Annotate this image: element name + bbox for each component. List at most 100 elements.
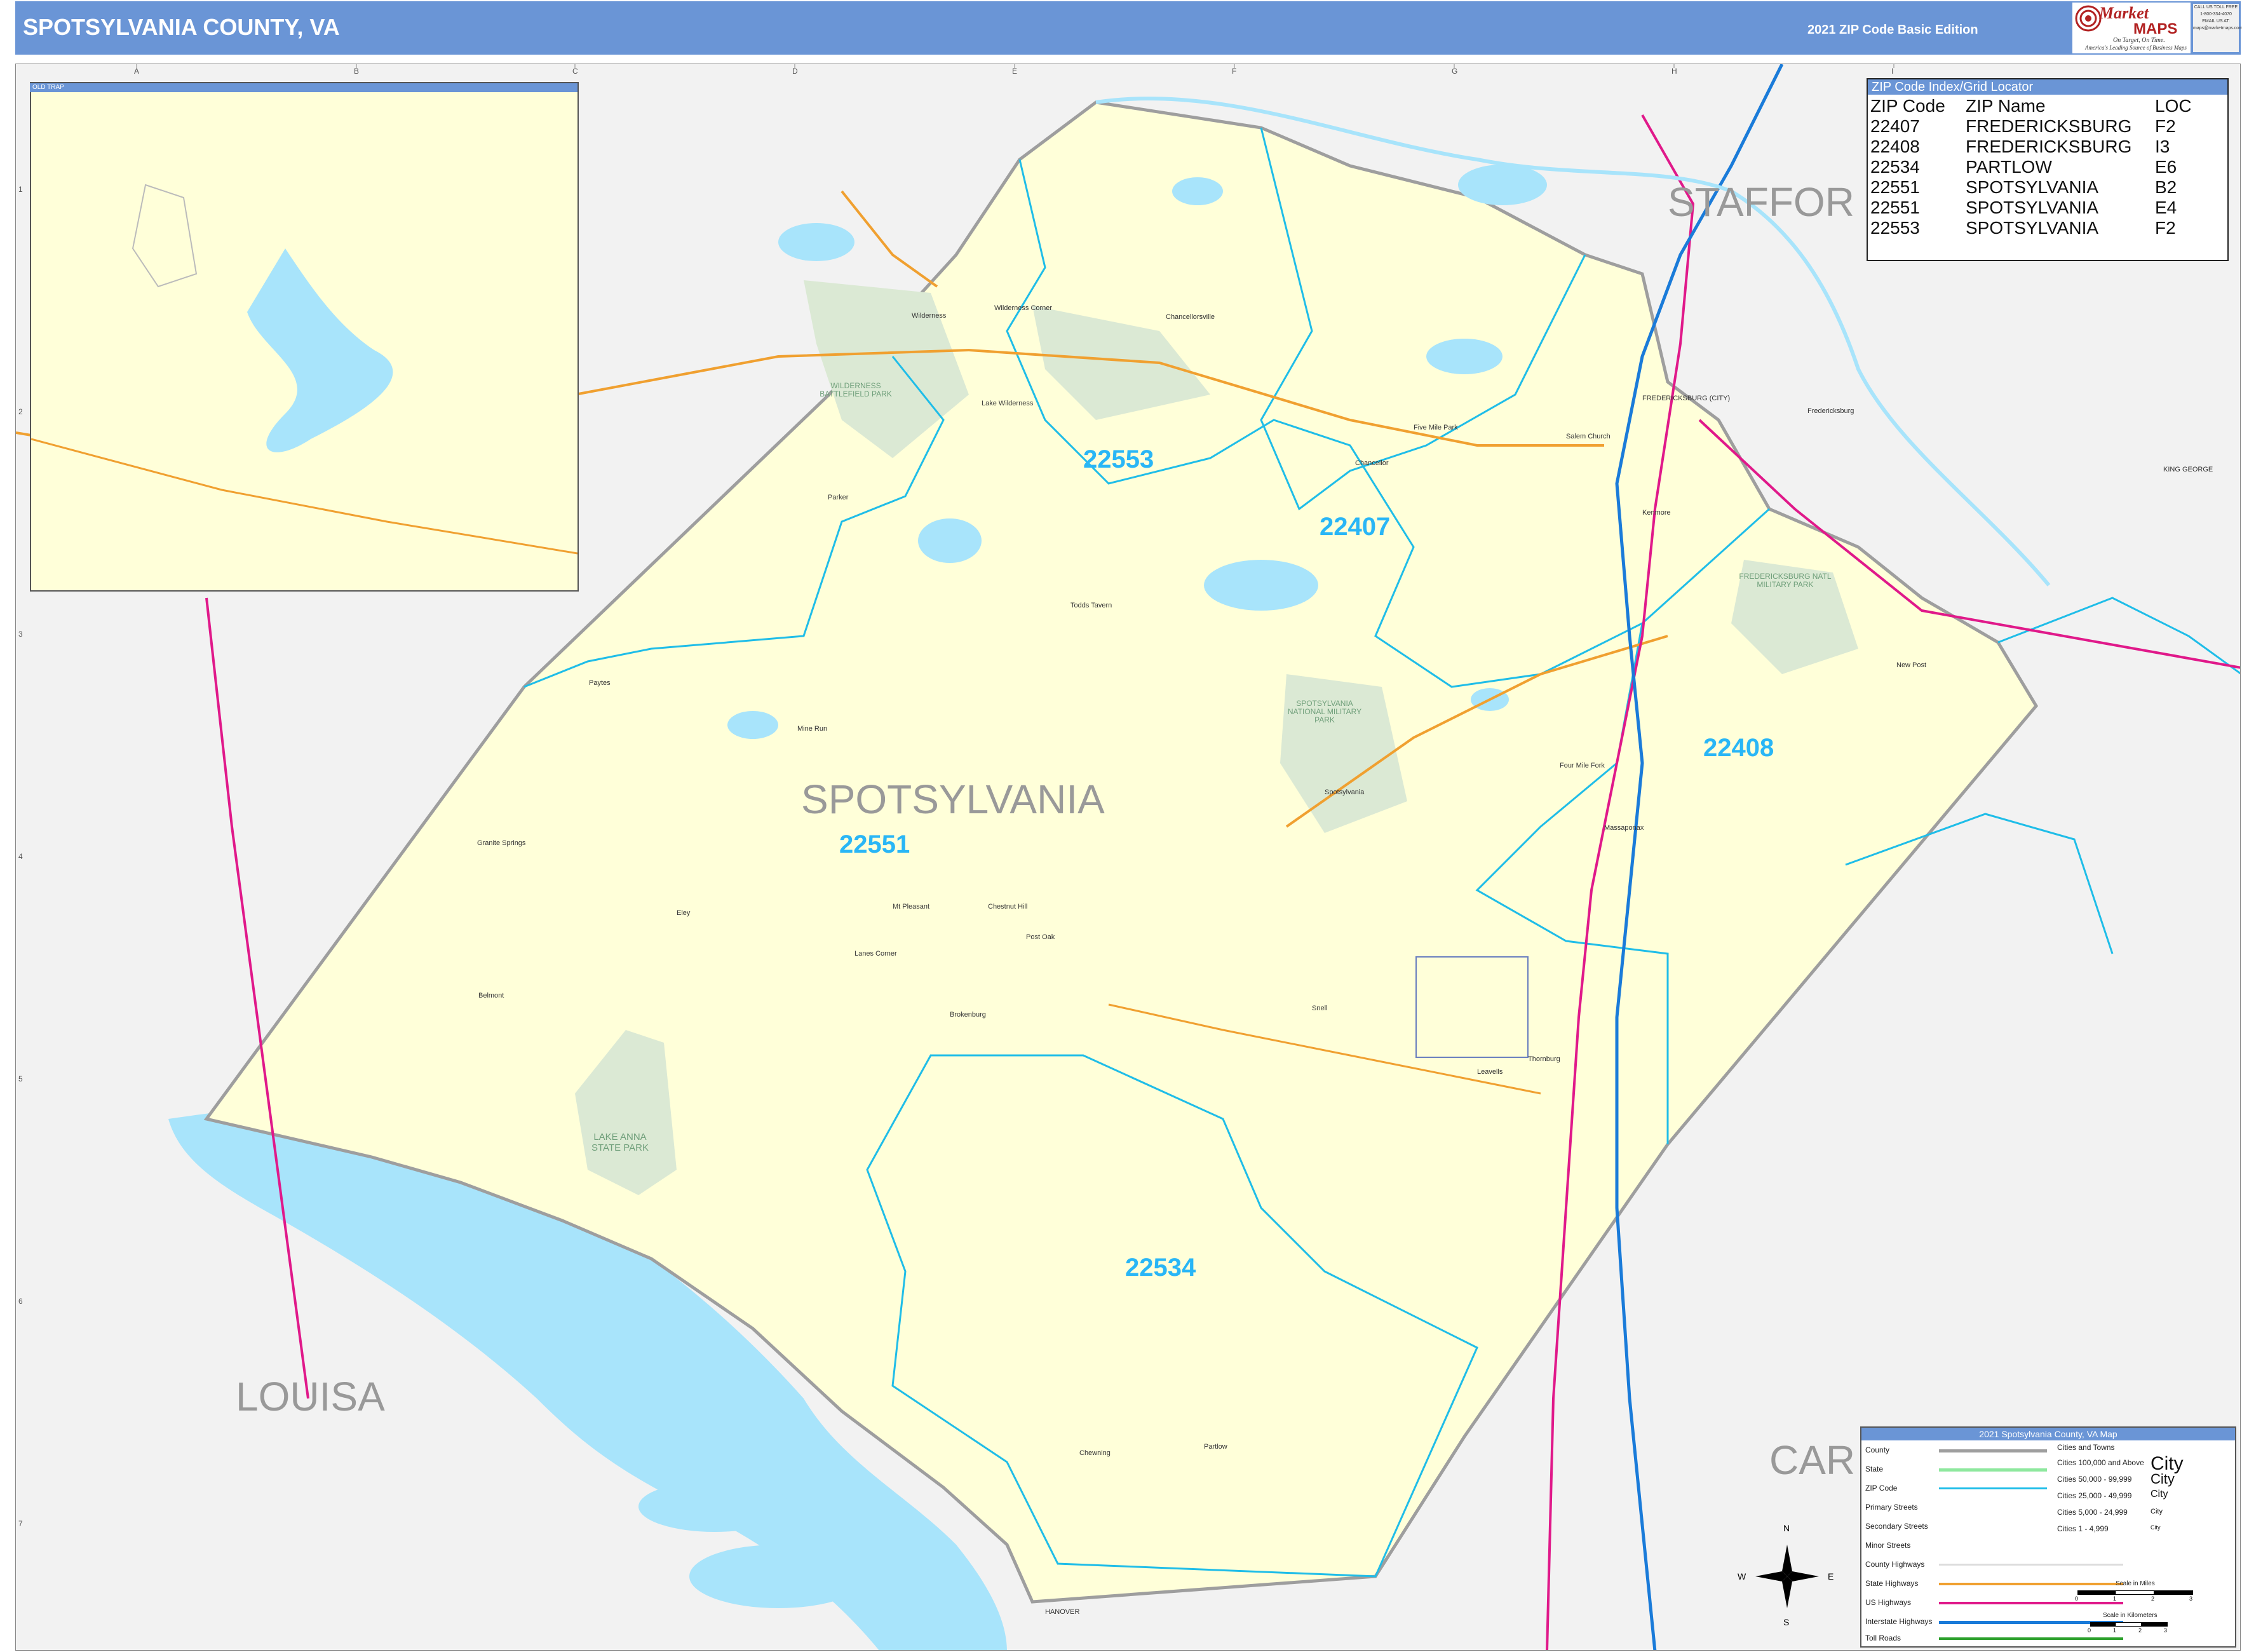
county-label: CAR: [1769, 1437, 1856, 1483]
place-label[interactable]: Leavells: [1477, 1068, 1503, 1076]
place-label[interactable]: Five Mile Park: [1414, 424, 1458, 431]
inset-canvas: [31, 184, 577, 555]
county-label: STAFFOR: [1668, 179, 1854, 225]
place-label[interactable]: Paytes: [589, 679, 611, 687]
target-icon: [2075, 5, 2102, 32]
legend-city-range: Cities 25,000 - 49,999: [2057, 1491, 2132, 1500]
place-label[interactable]: Chewning: [1079, 1449, 1111, 1457]
place-label[interactable]: Belmont: [478, 992, 504, 999]
grid-col-label: F: [1232, 67, 1237, 76]
scale-bar-km: [2090, 1622, 2168, 1627]
lake-outside: [778, 223, 854, 261]
place-label[interactable]: Four Mile Fork: [1560, 762, 1605, 769]
park-label: LAKE ANNA STATE PARK: [591, 1132, 649, 1153]
place-label[interactable]: Spotsylvania: [1325, 789, 1364, 796]
legend-swatch-county-hwy: [1939, 1564, 2123, 1566]
grid-col-label: A: [134, 67, 140, 76]
zip-index-title: ZIP Code Index/Grid Locator: [1868, 79, 2227, 95]
zip-loc: F2: [2155, 218, 2176, 238]
lake-outside: [1458, 165, 1547, 205]
lake: [727, 711, 778, 739]
zip-loc: B2: [2155, 177, 2177, 197]
header-zip: ZIP Code: [1870, 96, 1945, 116]
inset-title: OLD TRAP: [30, 83, 577, 92]
logo-maps-text: MAPS: [2133, 20, 2178, 37]
place-label[interactable]: Chancellorsville: [1166, 313, 1215, 321]
zip-label[interactable]: 22551: [839, 830, 910, 859]
place-label[interactable]: Parker: [828, 494, 848, 501]
zip-index-row[interactable]: 22551 SPOTSYLVANIA E4: [1870, 198, 2226, 218]
place-label[interactable]: Massaponax: [1604, 824, 1644, 832]
place-label[interactable]: Granite Springs: [477, 839, 525, 847]
scale-tick: 1: [2113, 1595, 2117, 1602]
legend-item: US Highways: [1865, 1598, 1912, 1607]
zip-name: SPOTSYLVANIA: [1966, 198, 2099, 217]
grid-row-label: 4: [18, 852, 23, 861]
zip-label[interactable]: 22407: [1320, 513, 1390, 541]
legend-city-range: Cities 5,000 - 24,999: [2057, 1508, 2128, 1517]
scale-tick: 3: [2164, 1627, 2168, 1634]
place-label[interactable]: Fredericksburg: [1807, 407, 1854, 415]
place-label[interactable]: Wilderness: [912, 312, 946, 320]
zip-loc: F2: [2155, 116, 2176, 136]
scale-km-label: Scale in Kilometers: [2103, 1612, 2158, 1619]
header-name: ZIP Name: [1966, 96, 2046, 116]
zip-index-panel: ZIP Code Index/Grid Locator ZIP Code ZIP…: [1867, 78, 2229, 261]
place-label[interactable]: Chestnut Hill: [988, 903, 1027, 911]
legend-item: Secondary Streets: [1865, 1522, 1928, 1531]
place-label[interactable]: Wilderness Corner: [994, 304, 1052, 312]
zip-code: 22407: [1870, 116, 1920, 136]
place-label[interactable]: Kenmore: [1642, 509, 1671, 517]
park-label: WILDERNESS BATTLEFIELD PARK: [820, 381, 892, 398]
legend-city-range: Cities 50,000 - 99,999: [2057, 1475, 2132, 1484]
zip-label[interactable]: 22553: [1083, 445, 1154, 474]
grid-row-label: 5: [18, 1074, 23, 1083]
zip-name: FREDERICKSBURG: [1966, 116, 2132, 136]
region-label: KING GEORGE: [2163, 466, 2213, 473]
inset-state-highway: [31, 438, 577, 555]
zip-loc: E6: [2155, 157, 2177, 177]
zip-index-row[interactable]: 22551 SPOTSYLVANIA B2: [1870, 177, 2226, 198]
park-label: FREDERICKSBURG NATL MILITARY PARK: [1739, 572, 1832, 589]
lake-outside: [689, 1545, 867, 1608]
county-label: LOUISA: [236, 1374, 385, 1419]
zip-index-row[interactable]: 22553 SPOTSYLVANIA F2: [1870, 218, 2226, 238]
place-label[interactable]: Lake Wilderness: [982, 400, 1033, 407]
place-label[interactable]: Lanes Corner: [854, 950, 897, 958]
place-label[interactable]: Todds Tavern: [1070, 602, 1112, 609]
map-frame[interactable]: OLD TRAP SPOTSYLVANIA LOUISA STAFFOR CAR…: [15, 64, 2241, 1651]
zip-index-row[interactable]: 22407 FREDERICKSBURG F2: [1870, 116, 2226, 137]
park-label: SPOTSYLVANIA NATIONAL MILITARY PARK: [1287, 699, 1362, 724]
legend-city-range: Cities 100,000 and Above: [2057, 1458, 2144, 1467]
zip-loc: I3: [2155, 137, 2170, 156]
place-label[interactable]: Eley: [677, 909, 690, 917]
zip-label[interactable]: 22534: [1125, 1254, 1196, 1282]
place-label[interactable]: Partlow: [1204, 1443, 1227, 1451]
legend-item: County Highways: [1865, 1560, 1925, 1569]
zip-index-row[interactable]: 22408 FREDERICKSBURG I3: [1870, 137, 2226, 157]
place-label[interactable]: Snell: [1312, 1005, 1327, 1012]
place-label[interactable]: Chancellor: [1355, 459, 1389, 467]
place-label[interactable]: Brokenburg: [950, 1011, 986, 1019]
place-label[interactable]: Salem Church: [1566, 433, 1611, 440]
place-label[interactable]: Thornburg: [1528, 1055, 1560, 1063]
place-label[interactable]: Post Oak: [1026, 933, 1055, 941]
zip-label[interactable]: 22408: [1703, 734, 1774, 762]
zip-index-row[interactable]: 22534 PARTLOW E6: [1870, 157, 2226, 177]
legend-city-sample: City: [2151, 1508, 2163, 1515]
grid-col-label: I: [1891, 67, 1894, 76]
inset-map[interactable]: [30, 82, 579, 592]
place-label[interactable]: Mine Run: [797, 725, 827, 733]
lake: [1204, 560, 1318, 611]
zip-name: SPOTSYLVANIA: [1966, 177, 2099, 197]
legend-swatch-zip: [1939, 1487, 2047, 1489]
place-label[interactable]: Mt Pleasant: [893, 903, 929, 911]
legend-item: State Highways: [1865, 1579, 1919, 1588]
market-maps-logo[interactable]: Market MAPS On Target, On Time. America'…: [2072, 3, 2191, 53]
legend-item: Primary Streets: [1865, 1503, 1918, 1512]
place-label[interactable]: New Post: [1896, 661, 1926, 669]
legend-city-sample: City: [2151, 1524, 2161, 1531]
legend-title: 2021 Spotsylvania County, VA Map: [1861, 1428, 2235, 1440]
zip-code: 22551: [1870, 177, 1920, 197]
compass-n: N: [1783, 1523, 1790, 1533]
